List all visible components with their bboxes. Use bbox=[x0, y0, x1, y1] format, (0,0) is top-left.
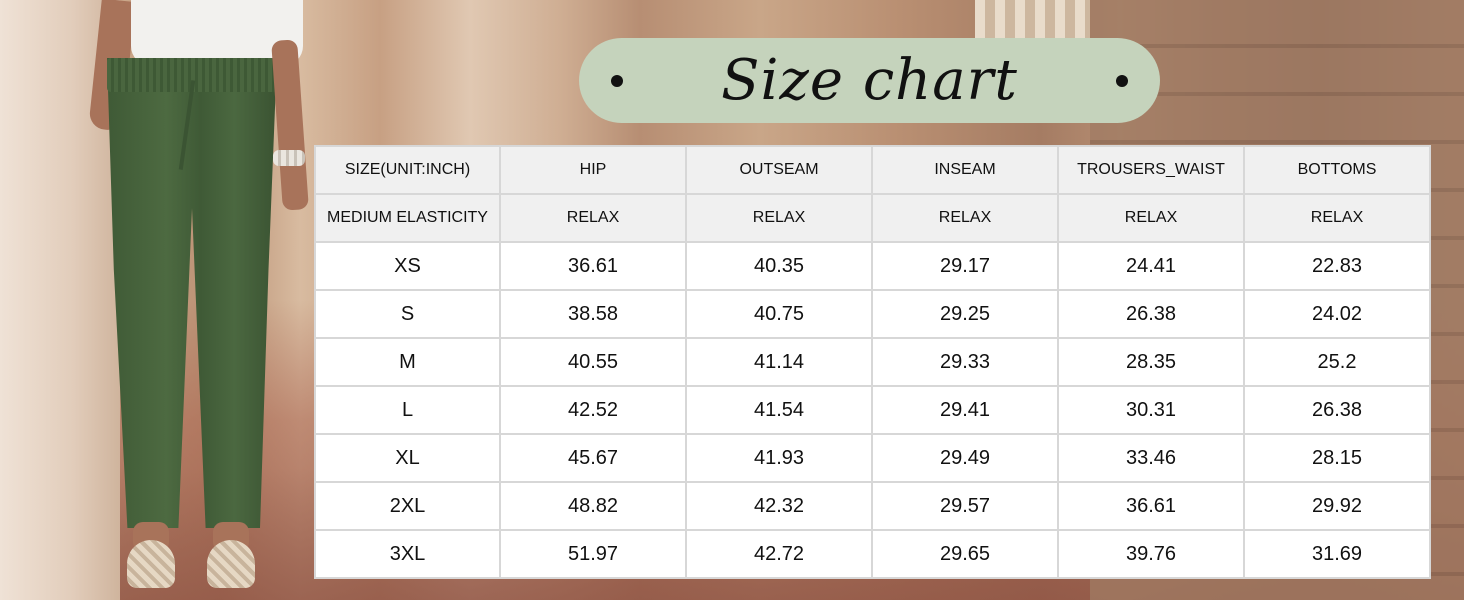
title-bullet-right bbox=[1116, 75, 1128, 87]
table-cell: 24.02 bbox=[1243, 289, 1431, 339]
size-label-cell: XL bbox=[314, 433, 501, 483]
size-label-cell: XS bbox=[314, 241, 501, 291]
header-cell: HIP bbox=[499, 145, 687, 195]
table-cell: 26.38 bbox=[1057, 289, 1245, 339]
header-cell: OUTSEAM bbox=[685, 145, 873, 195]
table-cell: 22.83 bbox=[1243, 241, 1431, 291]
subheader-cell: RELAX bbox=[499, 193, 687, 243]
table-cell: 31.69 bbox=[1243, 529, 1431, 579]
header-cell: BOTTOMS bbox=[1243, 145, 1431, 195]
header-cell: INSEAM bbox=[871, 145, 1059, 195]
table-cell: 29.33 bbox=[871, 337, 1059, 387]
size-label-cell: M bbox=[314, 337, 501, 387]
table-cell: 33.46 bbox=[1057, 433, 1245, 483]
table-row: M 40.55 41.14 29.33 28.35 25.2 bbox=[314, 337, 1431, 387]
table-cell: 29.92 bbox=[1243, 481, 1431, 531]
right-sandal bbox=[207, 540, 255, 588]
left-sandal bbox=[127, 540, 175, 588]
size-label-cell: 2XL bbox=[314, 481, 501, 531]
header-cell: SIZE(UNIT:INCH) bbox=[314, 145, 501, 195]
table-cell: 25.2 bbox=[1243, 337, 1431, 387]
table-cell: 29.41 bbox=[871, 385, 1059, 435]
title-bullet-left bbox=[611, 75, 623, 87]
page-title: Size chart bbox=[721, 48, 1018, 113]
table-cell: 51.97 bbox=[499, 529, 687, 579]
header-cell: TROUSERS_WAIST bbox=[1057, 145, 1245, 195]
table-cell: 48.82 bbox=[499, 481, 687, 531]
title-banner: Size chart bbox=[579, 38, 1160, 123]
shop-awning bbox=[975, 0, 1090, 40]
subheader-cell: MEDIUM ELASTICITY bbox=[314, 193, 501, 243]
table-cell: 39.76 bbox=[1057, 529, 1245, 579]
table-cell: 40.75 bbox=[685, 289, 873, 339]
table-cell: 28.15 bbox=[1243, 433, 1431, 483]
table-row: 2XL 48.82 42.32 29.57 36.61 29.92 bbox=[314, 481, 1431, 531]
table-cell: 29.57 bbox=[871, 481, 1059, 531]
table-cell: 36.61 bbox=[499, 241, 687, 291]
table-header-row: SIZE(UNIT:INCH) HIP OUTSEAM INSEAM TROUS… bbox=[314, 145, 1431, 195]
table-cell: 40.55 bbox=[499, 337, 687, 387]
table-cell: 26.38 bbox=[1243, 385, 1431, 435]
model-green-trousers bbox=[107, 58, 277, 528]
table-row: 3XL 51.97 42.72 29.65 39.76 31.69 bbox=[314, 529, 1431, 579]
size-label-cell: L bbox=[314, 385, 501, 435]
table-cell: 45.67 bbox=[499, 433, 687, 483]
table-cell: 42.32 bbox=[685, 481, 873, 531]
table-cell: 29.25 bbox=[871, 289, 1059, 339]
table-cell: 42.72 bbox=[685, 529, 873, 579]
table-row: S 38.58 40.75 29.25 26.38 24.02 bbox=[314, 289, 1431, 339]
size-chart-table: SIZE(UNIT:INCH) HIP OUTSEAM INSEAM TROUS… bbox=[314, 145, 1431, 579]
table-cell: 29.65 bbox=[871, 529, 1059, 579]
table-cell: 41.14 bbox=[685, 337, 873, 387]
table-subheader-row: MEDIUM ELASTICITY RELAX RELAX RELAX RELA… bbox=[314, 193, 1431, 243]
table-row: XL 45.67 41.93 29.49 33.46 28.15 bbox=[314, 433, 1431, 483]
size-label-cell: 3XL bbox=[314, 529, 501, 579]
table-row: XS 36.61 40.35 29.17 24.41 22.83 bbox=[314, 241, 1431, 291]
bracelet bbox=[273, 150, 305, 166]
size-label-cell: S bbox=[314, 289, 501, 339]
subheader-cell: RELAX bbox=[1243, 193, 1431, 243]
table-cell: 40.35 bbox=[685, 241, 873, 291]
subheader-cell: RELAX bbox=[871, 193, 1059, 243]
table-cell: 42.52 bbox=[499, 385, 687, 435]
table-row: L 42.52 41.54 29.41 30.31 26.38 bbox=[314, 385, 1431, 435]
table-cell: 24.41 bbox=[1057, 241, 1245, 291]
table-cell: 28.35 bbox=[1057, 337, 1245, 387]
subheader-cell: RELAX bbox=[1057, 193, 1245, 243]
model-photo bbox=[55, 0, 315, 600]
table-cell: 41.54 bbox=[685, 385, 873, 435]
subheader-cell: RELAX bbox=[685, 193, 873, 243]
model-right-arm bbox=[271, 39, 309, 211]
table-cell: 29.49 bbox=[871, 433, 1059, 483]
table-cell: 29.17 bbox=[871, 241, 1059, 291]
table-cell: 41.93 bbox=[685, 433, 873, 483]
table-cell: 30.31 bbox=[1057, 385, 1245, 435]
table-cell: 36.61 bbox=[1057, 481, 1245, 531]
table-cell: 38.58 bbox=[499, 289, 687, 339]
